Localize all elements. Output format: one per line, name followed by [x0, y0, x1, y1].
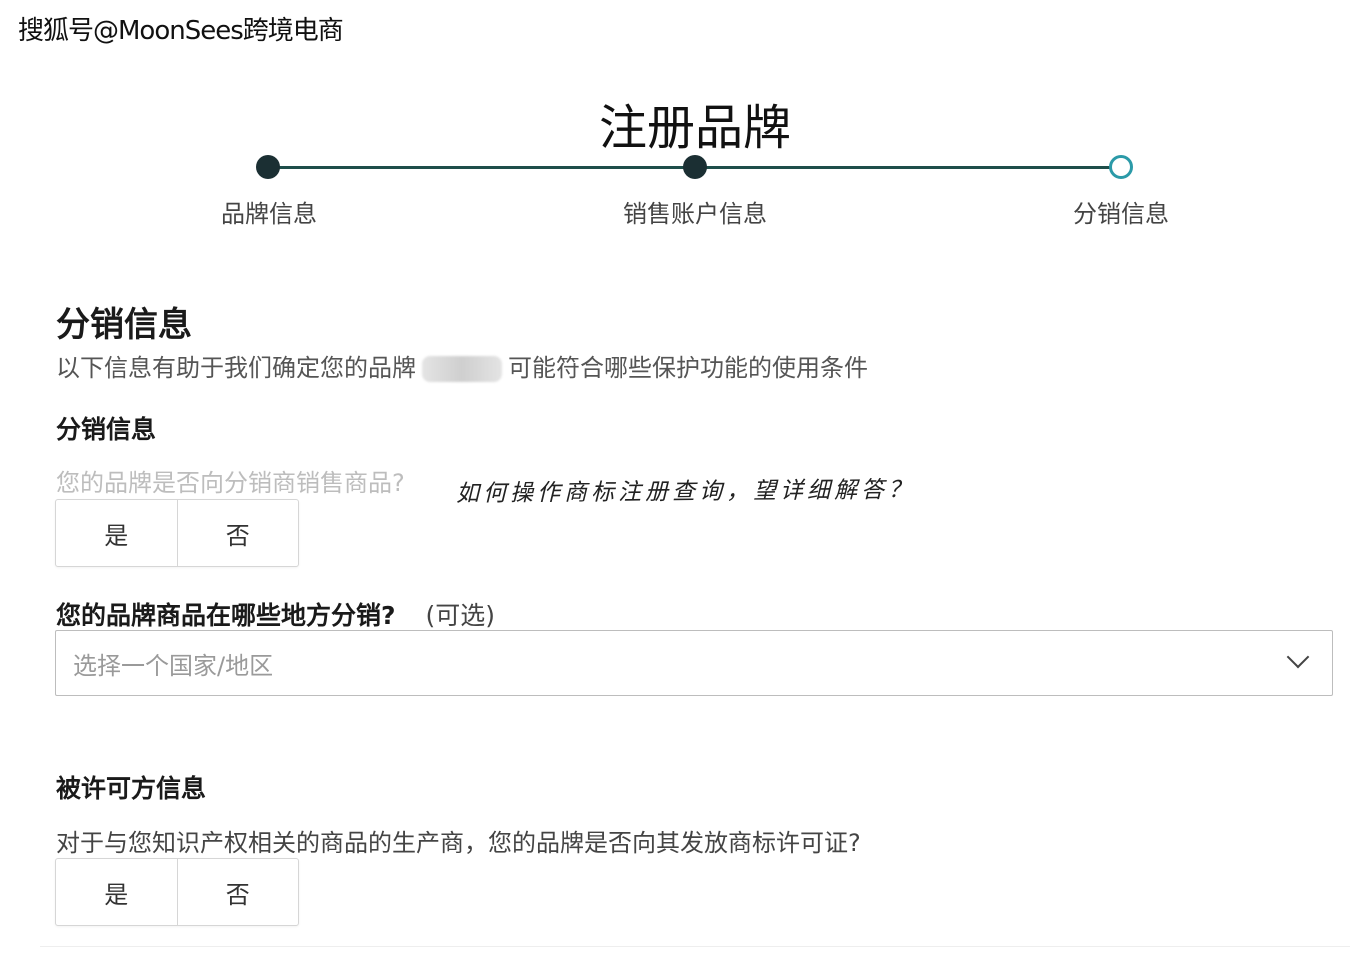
license-yes-button[interactable]: 是 — [56, 859, 177, 925]
license-no-button[interactable]: 否 — [176, 859, 299, 925]
page-title: 注册品牌 — [598, 100, 791, 157]
license-question: 对于与您知识产权相关的商品的生产商，您的品牌是否向其发放商标许可证? — [56, 829, 861, 857]
distribution-description: 以下信息有助于我们确定您的品牌 可能符合哪些保护功能的使用条件 — [56, 348, 868, 383]
step-connector-2 — [695, 166, 1121, 169]
step-2-completed-icon — [683, 155, 707, 179]
description-before: 以下信息有助于我们确定您的品牌 — [56, 354, 416, 382]
licensee-section-title: 被许可方信息 — [56, 774, 207, 803]
step-connector-1 — [268, 166, 695, 169]
step-3-label[interactable]: 分销信息 — [1073, 194, 1169, 229]
distribution-section-title: 分销信息 — [56, 305, 192, 345]
watermark: 搜狐号@MoonSees跨境电商 — [18, 16, 344, 46]
distributor-no-button[interactable]: 否 — [176, 500, 299, 566]
optional-label: (可选) — [425, 601, 496, 630]
description-after: 可能符合哪些保护功能的使用条件 — [508, 354, 868, 382]
step-1-completed-icon — [256, 155, 280, 179]
progress-stepper: 品牌信息 销售账户信息 分销信息 — [0, 150, 1370, 240]
step-2-label[interactable]: 销售账户信息 — [623, 194, 767, 229]
redacted-brand-name — [422, 356, 502, 382]
distribution-subtitle: 分销信息 — [56, 415, 157, 444]
step-3-current-icon — [1109, 155, 1133, 179]
step-1-label[interactable]: 品牌信息 — [221, 194, 317, 229]
license-yes-no-toggle: 是 否 — [55, 858, 299, 926]
chevron-down-icon[interactable] — [1286, 645, 1310, 669]
country-select-placeholder: 选择一个国家/地区 — [73, 651, 274, 680]
where-title-text: 您的品牌商品在哪些地方分销? — [56, 601, 396, 630]
distributor-question: 您的品牌是否向分销商销售商品? — [56, 469, 405, 497]
distribution-where-title: 您的品牌商品在哪些地方分销? (可选) — [56, 596, 495, 632]
country-select[interactable]: 选择一个国家/地区 — [55, 630, 1333, 696]
distributor-yes-no-toggle: 是 否 — [55, 499, 299, 567]
handwritten-annotation: 如何操作商标注册查询，望详细解答？ — [455, 476, 916, 508]
bottom-divider — [40, 946, 1350, 947]
distributor-yes-button[interactable]: 是 — [56, 500, 177, 566]
